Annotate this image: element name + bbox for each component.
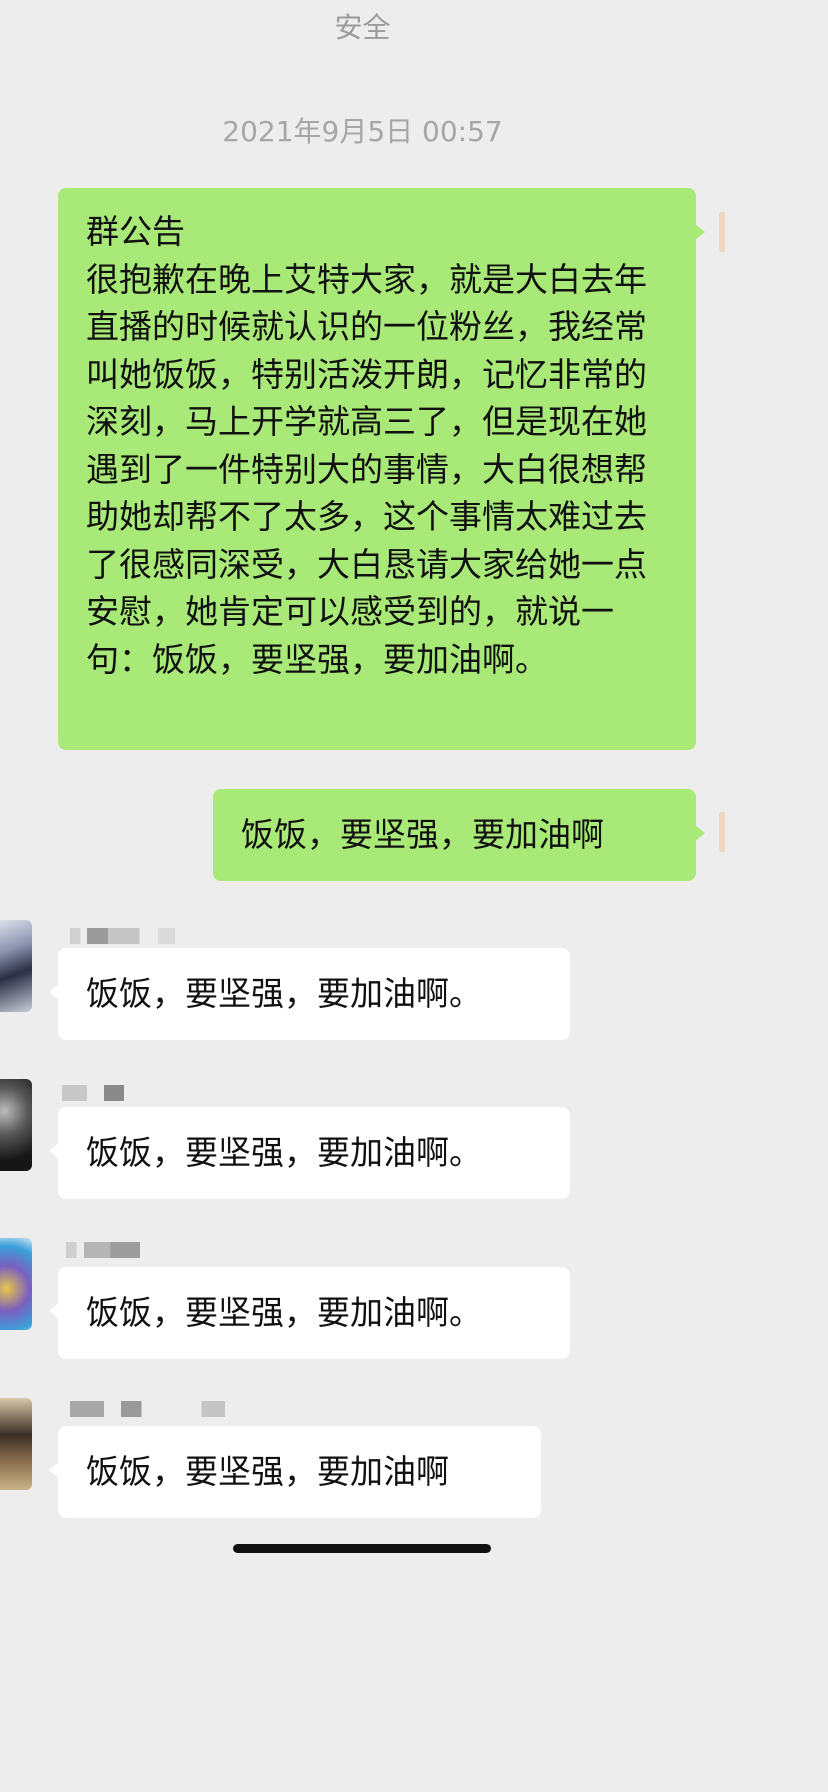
group-announcement-bubble[interactable]: 群公告 很抱歉在晚上艾特大家，就是大白去年直播的时候就认识的一位粉丝，我经常叫她… [58,188,705,750]
message-timestamp: 2021年9月5日 00:57 [222,115,503,148]
self-avatar[interactable] [719,812,725,852]
message-bubble[interactable]: 饭饭，要坚强，要加油啊。 [49,1107,570,1199]
announcement-body: 很抱歉在晚上艾特大家，就是大白去年直播的时候就认识的一位粉丝，我经常叫她饭饭，特… [86,259,647,679]
announcement-title: 群公告 [86,212,185,251]
user-avatar[interactable] [0,1238,32,1330]
user-avatar[interactable] [0,920,32,1012]
sender-name-blurred [62,1085,124,1101]
self-avatar[interactable] [719,212,725,252]
chat-title: 安全 [334,11,391,44]
my-message-bubble[interactable]: 饭饭，要坚强，要加油啊 [213,789,705,881]
home-indicator[interactable] [233,1544,491,1553]
sender-name-blurred [70,928,175,944]
message-bubble[interactable]: 饭饭，要坚强，要加油啊。 [49,948,570,1040]
sender-name-blurred [66,1242,140,1258]
message-bubble[interactable]: 饭饭，要坚强，要加油啊 [49,1426,541,1518]
user-avatar[interactable] [0,1398,32,1490]
sender-name-blurred [70,1401,225,1417]
user-avatar[interactable] [0,1079,32,1171]
message-bubble[interactable]: 饭饭，要坚强，要加油啊。 [49,1267,570,1359]
